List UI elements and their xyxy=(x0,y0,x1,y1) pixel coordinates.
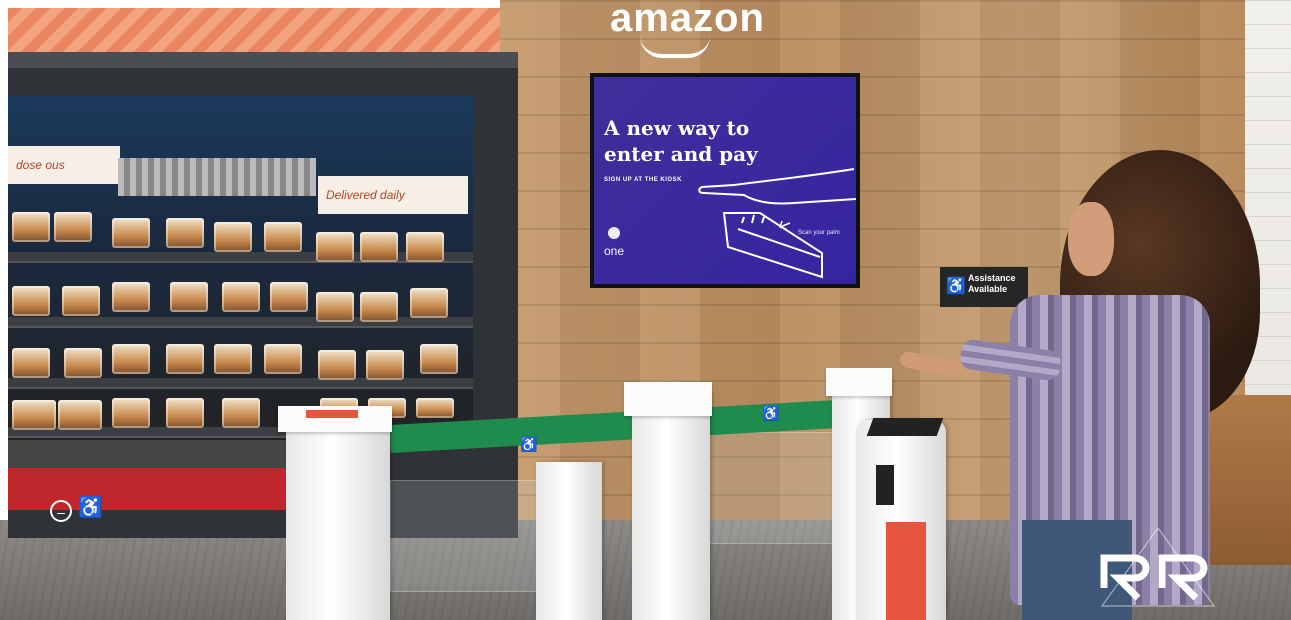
food-package xyxy=(222,282,260,312)
wheelchair-icon: ♿ xyxy=(78,497,103,519)
screen-brand-dot-icon xyxy=(608,227,620,239)
glass-gate-panel xyxy=(390,480,542,592)
food-package xyxy=(316,292,354,322)
food-package xyxy=(112,398,150,428)
food-package xyxy=(316,232,354,262)
food-package xyxy=(112,218,150,248)
food-package xyxy=(406,232,444,262)
logo-smile-icon xyxy=(640,36,710,58)
fridge-shelf xyxy=(8,378,473,387)
glass-gate-panel xyxy=(706,432,838,544)
food-package xyxy=(12,348,50,378)
food-package xyxy=(58,400,102,430)
food-package xyxy=(112,282,150,312)
fridge-sign-pattern xyxy=(118,158,316,196)
kiosk-red-panel xyxy=(886,522,926,620)
food-package xyxy=(264,344,302,374)
store-entrance-scene: amazon dose ous Delivered daily – ♿ A ne… xyxy=(0,0,1291,620)
palm-reader-icon xyxy=(866,418,944,436)
food-package xyxy=(366,350,404,380)
food-package xyxy=(166,218,204,248)
food-package xyxy=(222,398,260,428)
gate-post xyxy=(632,392,710,620)
food-package xyxy=(214,344,252,374)
gate-red-strip xyxy=(306,410,358,418)
wheelchair-icon: ♿ xyxy=(520,436,538,452)
wheelchair-icon: ♿ xyxy=(946,278,966,295)
food-package xyxy=(360,292,398,322)
gate-post-cap xyxy=(826,368,892,396)
wheelchair-icon: ♿ xyxy=(762,405,780,421)
gate-post xyxy=(286,415,390,620)
food-package xyxy=(270,282,308,312)
gate-post xyxy=(536,462,602,620)
food-package xyxy=(12,286,50,316)
food-package xyxy=(112,344,150,374)
screen-brand: one xyxy=(604,244,625,258)
kiosk-card-slot-icon xyxy=(876,465,894,505)
assistance-sign-text: Assistance Available xyxy=(968,273,1016,294)
fridge-shelf xyxy=(8,252,473,261)
screen-palm-note: Scan your palm xyxy=(798,230,840,236)
store-logo: amazon xyxy=(610,0,765,40)
food-package xyxy=(420,344,458,374)
no-entry-icon: – xyxy=(50,500,72,522)
tv-screen: A new way to enter and pay SIGN UP AT TH… xyxy=(594,77,856,284)
food-package xyxy=(360,232,398,262)
food-package xyxy=(12,400,56,430)
food-package xyxy=(264,222,302,252)
fridge-shelf xyxy=(8,317,473,326)
food-package xyxy=(416,398,454,418)
person-face xyxy=(1068,202,1114,276)
food-package xyxy=(62,286,100,316)
fridge-sign-left: dose ous xyxy=(8,146,120,184)
food-package xyxy=(54,212,92,242)
food-package xyxy=(166,344,204,374)
food-package xyxy=(318,350,356,380)
food-package xyxy=(64,348,102,378)
food-package xyxy=(214,222,252,252)
food-package xyxy=(12,212,50,242)
food-package xyxy=(166,398,204,428)
fridge-sign-right: Delivered daily xyxy=(318,176,468,214)
palm-scanner-illustration-icon xyxy=(698,168,856,279)
food-package xyxy=(170,282,208,312)
food-package xyxy=(410,288,448,318)
gate-post-cap xyxy=(624,382,712,416)
watermark-logo-icon xyxy=(1100,528,1216,607)
